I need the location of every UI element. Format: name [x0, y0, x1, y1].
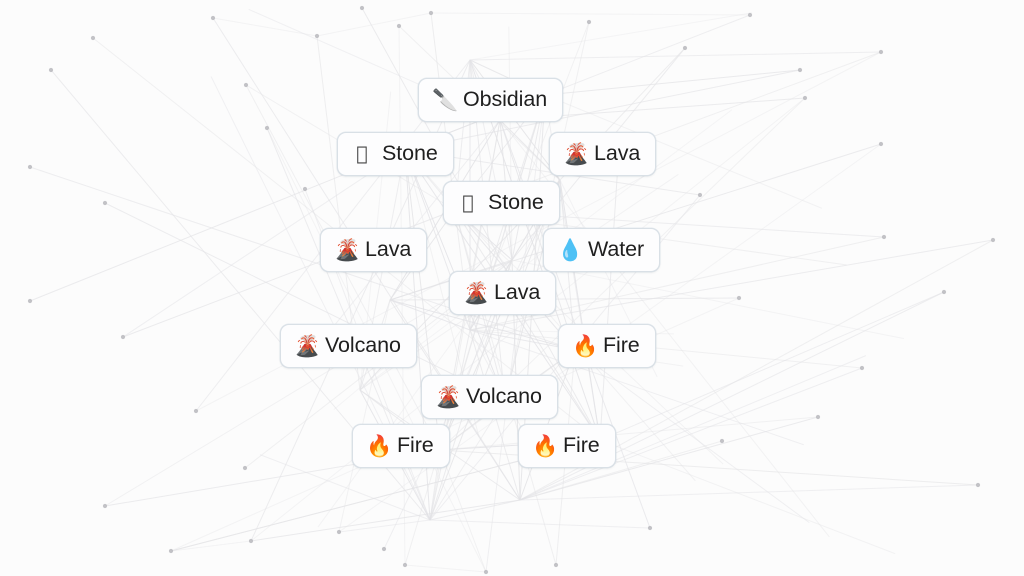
element-node-volcano-1[interactable]: 🌋 Volcano	[280, 324, 417, 368]
fire-icon: 🔥	[532, 434, 559, 458]
element-node-fire-3[interactable]: 🔥 Fire	[518, 424, 616, 468]
volcano-icon: 🌋	[463, 281, 490, 305]
element-node-fire-2[interactable]: 🔥 Fire	[352, 424, 450, 468]
element-node-stone-1[interactable]: 􏿿 Stone	[337, 132, 454, 176]
missing-glyph-icon: 􏿿	[356, 142, 368, 165]
element-node-label: Stone	[488, 190, 544, 215]
element-node-label: Volcano	[325, 333, 401, 358]
element-node-label: Fire	[603, 333, 640, 358]
missing-glyph-icon: 􏿿	[462, 191, 474, 214]
element-node-water-1[interactable]: 💧 Water	[543, 228, 661, 272]
element-node-volcano-2[interactable]: 🌋 Volcano	[421, 375, 558, 419]
element-nodes-layer: 🔪 Obsidian 􏿿 Stone 🌋 Lava 􏿿 Stone 🌋 Lava 💧 Water 🌋 La…	[0, 0, 1024, 576]
element-node-lava-2[interactable]: 🌋 Lava	[320, 228, 428, 272]
volcano-icon: 🌋	[294, 334, 321, 358]
fire-icon: 🔥	[366, 434, 393, 458]
element-node-label: Lava	[365, 237, 412, 262]
volcano-icon: 🌋	[435, 385, 462, 409]
volcano-icon: 🌋	[334, 238, 361, 262]
element-node-label: Lava	[594, 141, 641, 166]
craft-graph-canvas[interactable]: 🔪 Obsidian 􏿿 Stone 🌋 Lava 􏿿 Stone 🌋 Lava 💧 Water 🌋 La…	[0, 0, 1024, 576]
element-node-label: Stone	[382, 141, 438, 166]
element-node-lava-1[interactable]: 🌋 Lava	[549, 132, 657, 176]
element-node-obsidian-1[interactable]: 🔪 Obsidian	[418, 78, 564, 122]
element-node-stone-2[interactable]: 􏿿 Stone	[443, 181, 560, 225]
element-node-label: Volcano	[466, 384, 542, 409]
element-node-label: Water	[588, 237, 645, 262]
volcano-icon: 🌋	[563, 142, 590, 166]
element-node-label: Fire	[563, 433, 600, 458]
element-node-label: Fire	[397, 433, 434, 458]
element-node-fire-1[interactable]: 🔥 Fire	[558, 324, 656, 368]
knife-icon: 🔪	[432, 88, 459, 112]
element-node-label: Obsidian	[463, 87, 548, 112]
fire-icon: 🔥	[572, 334, 599, 358]
element-node-label: Lava	[494, 280, 541, 305]
droplet-icon: 💧	[557, 238, 584, 262]
element-node-lava-3[interactable]: 🌋 Lava	[449, 271, 557, 315]
